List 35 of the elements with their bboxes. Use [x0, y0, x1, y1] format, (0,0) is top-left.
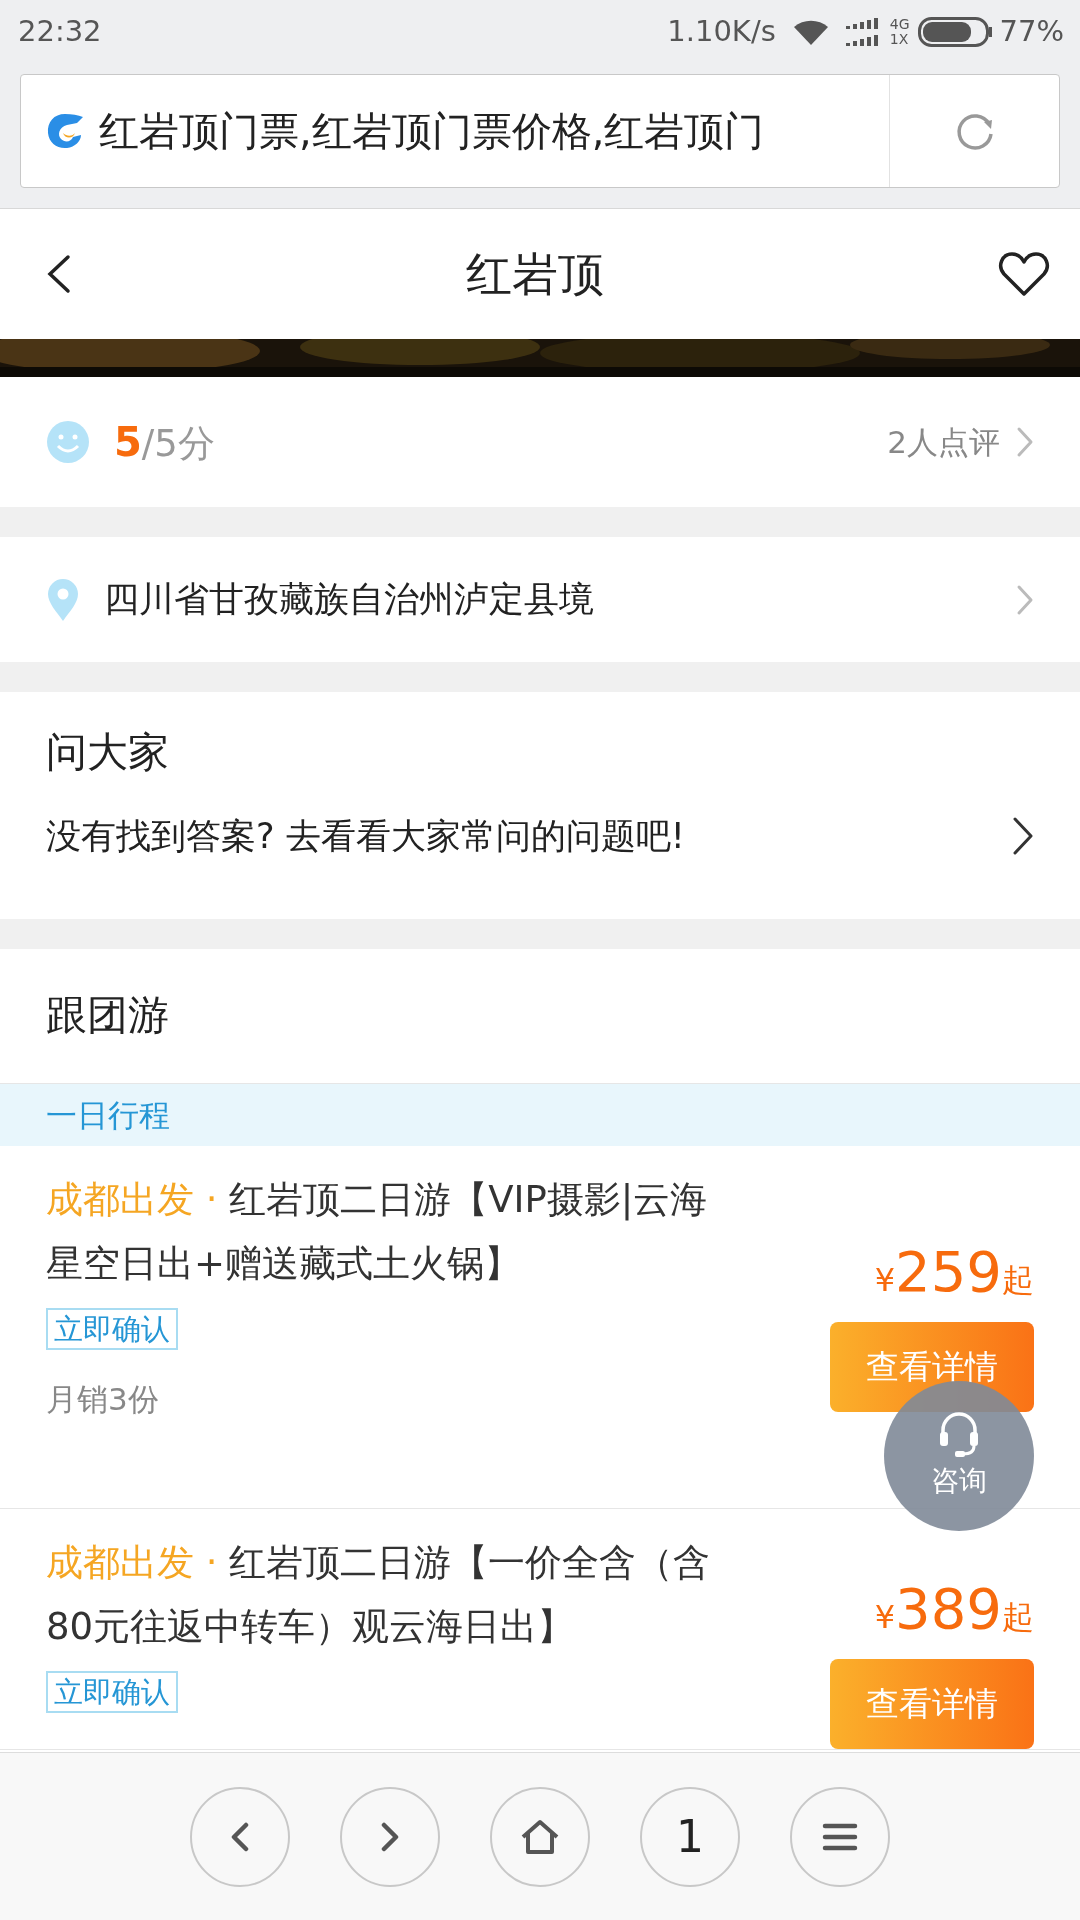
forward-icon [381, 1821, 399, 1852]
headset-icon [937, 1410, 981, 1460]
tab-count-button[interactable]: 1 [640, 1786, 740, 1887]
chevron-right-icon [1016, 426, 1034, 458]
faq-prompt[interactable]: 没有找到答案? 去看看大家常问的问题吧! [46, 809, 685, 862]
home-icon [520, 1818, 560, 1855]
tour-price: ¥389起 [874, 1575, 1034, 1643]
tour-title[interactable]: 成都出发 · 红岩顶二日游【一价全含（含80元往返中转车）观云海日出】 [46, 1531, 736, 1659]
network-type: 1X [889, 32, 910, 47]
back-icon [231, 1821, 249, 1852]
section-title: 跟团游 [46, 990, 169, 1042]
chevron-right-icon [1012, 815, 1034, 856]
network-type: 4G [889, 17, 910, 32]
location-pin-icon [46, 577, 80, 622]
chevron-right-icon [1016, 583, 1034, 616]
nav-button[interactable] [790, 1786, 890, 1887]
tour-title[interactable]: 成都出发 · 红岩顶二日游【VIP摄影|云海星空日出+赠送藏式土火锅】 [46, 1168, 736, 1296]
tour-price: ¥259起 [874, 1238, 1034, 1306]
section-title: 问大家 [46, 727, 170, 778]
reviews-link[interactable]: 2人点评 [887, 418, 1000, 466]
clock-time: 22:32 [18, 13, 102, 51]
heart-icon[interactable] [998, 251, 1050, 297]
nav-button[interactable] [490, 1786, 590, 1887]
battery-icon [917, 17, 992, 47]
sales-count: 月销3份 [46, 1380, 160, 1419]
battery-percent: 77% [999, 13, 1064, 51]
location-text: 四川省甘孜藏族自治州泸定县境 [104, 578, 594, 622]
rating-score: 5/5分 [114, 418, 215, 467]
page-title: 红岩顶 [466, 245, 604, 303]
network-speed: 1.10K/s [667, 13, 776, 51]
tag-label: 立即确认 [46, 1671, 178, 1713]
wifi-icon [791, 18, 830, 46]
tag-label: 立即确认 [46, 1308, 178, 1350]
menu-icon [822, 1822, 858, 1851]
smiley-icon [46, 420, 90, 464]
